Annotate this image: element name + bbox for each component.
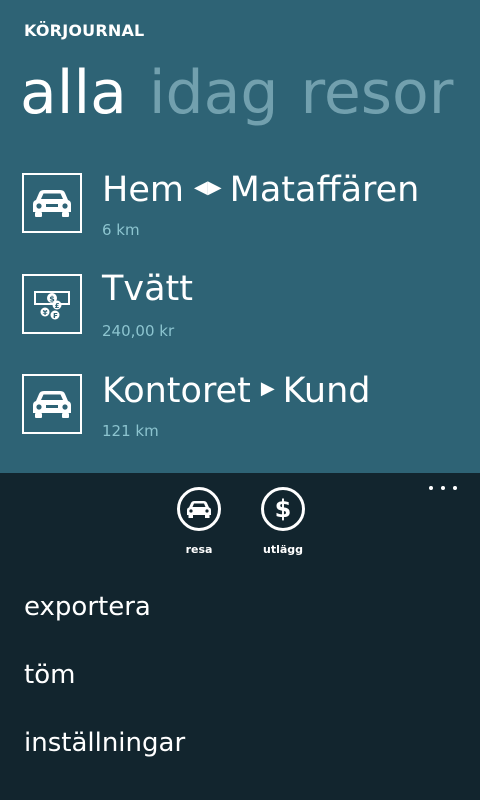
menu-item-tom[interactable]: töm	[24, 659, 75, 691]
journal-entry[interactable]: $ £ ¥ ₣ Tvätt 240,00 kr	[22, 269, 462, 346]
resa-button[interactable]: resa	[159, 487, 239, 556]
bidirectional-arrow-icon: ◀▶	[193, 177, 222, 198]
car-icon	[22, 374, 82, 434]
panorama-area: KÖRJOURNAL alla idag resor Hem ◀▶ Mataffären…	[0, 0, 480, 473]
arrow-right-icon: ▶	[260, 378, 275, 399]
pivot-item-idag[interactable]: idag	[149, 58, 279, 128]
car-icon	[177, 487, 221, 531]
entry-from: Hem	[102, 170, 184, 210]
money-icon: $ £ ¥ ₣	[22, 274, 82, 334]
entry-title: Kontoret ▶ Kund	[102, 368, 370, 416]
svg-text:¥: ¥	[43, 309, 48, 317]
svg-text:£: £	[55, 302, 60, 310]
entry-from: Kontoret	[102, 371, 251, 411]
menu-item-exportera[interactable]: exportera	[24, 591, 151, 623]
journal-entry[interactable]: Kontoret ▶ Kund 121 km	[22, 371, 462, 446]
entry-detail: 240,00 kr	[102, 322, 175, 340]
journal-entry[interactable]: Hem ◀▶ Mataffären 6 km	[22, 170, 462, 245]
entry-to: Kund	[282, 371, 371, 411]
car-icon	[22, 173, 82, 233]
dollar-icon: $	[261, 487, 305, 531]
pivot-item-alla[interactable]: alla	[20, 58, 127, 128]
app-screen: KÖRJOURNAL alla idag resor Hem ◀▶ Mataffären…	[0, 0, 480, 800]
resa-label: resa	[185, 543, 213, 556]
more-icon[interactable]	[428, 483, 458, 493]
utlagg-button[interactable]: $ utlägg	[243, 487, 323, 556]
entry-title: Tvätt	[102, 269, 193, 309]
menu-item-installningar[interactable]: inställningar	[24, 727, 185, 759]
utlagg-label: utlägg	[262, 543, 304, 556]
entry-detail: 121 km	[102, 422, 159, 440]
entry-title: Hem ◀▶ Mataffären	[102, 167, 419, 215]
entry-to: Mataffären	[229, 170, 420, 210]
app-bar: resa $ utlägg exportera töm inställninga…	[0, 473, 480, 800]
entry-detail: 6 km	[102, 221, 140, 239]
app-title: KÖRJOURNAL	[24, 21, 145, 40]
pivot-item-resor[interactable]: resor	[300, 58, 453, 128]
svg-text:₣: ₣	[53, 312, 58, 320]
pivot-header: alla idag resor	[20, 58, 475, 128]
